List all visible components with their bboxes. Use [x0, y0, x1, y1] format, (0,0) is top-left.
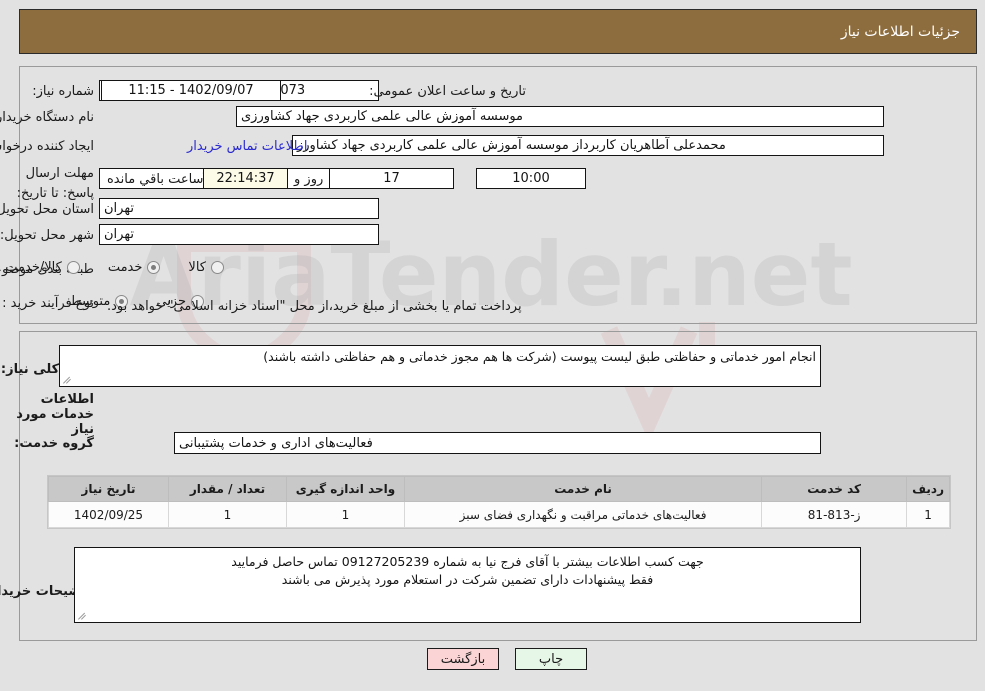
radio-icon-kala[interactable] [212, 261, 225, 274]
back-button[interactable]: بازگشت [428, 648, 500, 670]
service-group-value[interactable]: فعالیت‌های اداری و خدمات پشتیبانی [175, 432, 822, 454]
general-desc-textarea[interactable]: انجام امور خدماتی و حفاظتی طبق لیست پیوس… [60, 345, 822, 387]
category-radio-group[interactable]: کالا خدمت کالا/خدمت [0, 260, 225, 275]
cell-name: فعالیت‌های خدماتی مراقبت و نگهداری فضای … [404, 501, 764, 528]
radio-icon-kala-khedmat[interactable] [67, 261, 81, 274]
th-name: نام خدمت [404, 476, 764, 502]
cell-quantity: 1 [169, 501, 288, 528]
th-date: تاریخ نیاز [49, 476, 170, 502]
label-requester: ایجاد کننده درخواست: [0, 139, 95, 154]
services-table-wrapper: ردیف کد خدمت نام خدمت واحد اندازه گیری ت… [48, 475, 952, 529]
deadline-hour-value[interactable]: 10:00 [477, 168, 587, 189]
process-option-motavaset-label: متوسط [70, 294, 112, 309]
label-need-number: شماره نیاز: [33, 84, 95, 99]
label-announce-datetime: تاریخ و ساعت اعلان عمومی: [370, 84, 527, 99]
buyer-notes-line-2: فقط پیشنهادات دارای تضمین شرکت در استعلا… [282, 572, 655, 588]
category-option-kala[interactable]: کالا [189, 260, 225, 275]
city-value[interactable]: تهران [100, 224, 380, 245]
label-service-group: گروه خدمت: [15, 436, 95, 451]
label-province: استان محل تحویل: [0, 202, 95, 217]
category-option-khedmat[interactable]: خدمت [109, 260, 162, 275]
buyer-notes-line-1: جهت کسب اطلاعات بیشتر با آقای فرج نیا به… [232, 554, 705, 569]
th-row: ردیف [907, 476, 951, 502]
table-row: 1 ز-813-81 فعالیت‌های خدماتی مراقبت و نگ… [49, 501, 951, 528]
cell-unit: 1 [287, 501, 406, 528]
page-root: AriaTender.net جزئیات اطلاعات نیاز شماره… [0, 0, 985, 691]
page-title: جزئیات اطلاعات نیاز [841, 23, 961, 40]
announce-datetime-value: 1402/09/07 - 11:15 [102, 80, 282, 101]
payment-note: پرداخت تمام یا بخشی از مبلغ خرید،از محل … [108, 299, 523, 314]
requester-value[interactable]: محمدعلی آطاهریان کاربرداز موسسه آموزش عا… [293, 135, 885, 156]
page-title-bar: جزئیات اطلاعات نیاز [20, 9, 978, 54]
table-header-row: ردیف کد خدمت نام خدمت واحد اندازه گیری ت… [49, 476, 951, 502]
label-countdown: ساعت باقي مانده [108, 172, 205, 187]
category-option-kala-khedmat[interactable]: کالا/خدمت [6, 260, 81, 275]
th-unit: واحد اندازه گیری [287, 476, 406, 502]
th-code: کد خدمت [762, 476, 909, 502]
category-option-kala-khedmat-label: کالا/خدمت [6, 260, 63, 275]
print-button[interactable]: چاپ [516, 648, 588, 670]
label-days: روز و [295, 172, 325, 187]
services-section-title: اطلاعات خدمات مورد نیاز [17, 392, 95, 437]
label-deadline: مهلت ارسال پاسخ: تا تاریخ: [17, 166, 95, 201]
category-option-kala-label: کالا [189, 260, 207, 275]
resize-grip-icon[interactable] [63, 373, 75, 385]
general-desc-value: انجام امور خدماتی و حفاظتی طبق لیست پیوس… [264, 349, 817, 364]
buyer-contact-link[interactable]: اطلاعات تماس خریدار [188, 139, 308, 154]
cell-date: 1402/09/25 [49, 501, 170, 528]
countdown-value: 22:14:37 [204, 168, 289, 189]
resize-grip-icon-notes[interactable] [78, 609, 90, 621]
buyer-org-value[interactable]: موسسه آموزش عالی علمی کاربردی جهاد کشاور… [237, 106, 885, 127]
label-city: شهر محل تحویل: [0, 228, 95, 243]
th-quantity: تعداد / مقدار [169, 476, 288, 502]
cell-code: ز-813-81 [762, 501, 909, 528]
cell-row: 1 [907, 501, 951, 528]
radio-icon-khedmat[interactable] [148, 261, 162, 274]
buyer-notes-textarea[interactable]: جهت کسب اطلاعات بیشتر با آقای فرج نیا به… [75, 547, 862, 623]
services-table: ردیف کد خدمت نام خدمت واحد اندازه گیری ت… [49, 476, 951, 528]
category-option-khedmat-label: خدمت [108, 260, 144, 275]
remaining-days-value: 17 [330, 168, 455, 189]
label-buyer-org: نام دستگاه خریدار: [0, 110, 95, 125]
province-value[interactable]: تهران [100, 198, 380, 219]
need-info-panel [20, 66, 978, 324]
